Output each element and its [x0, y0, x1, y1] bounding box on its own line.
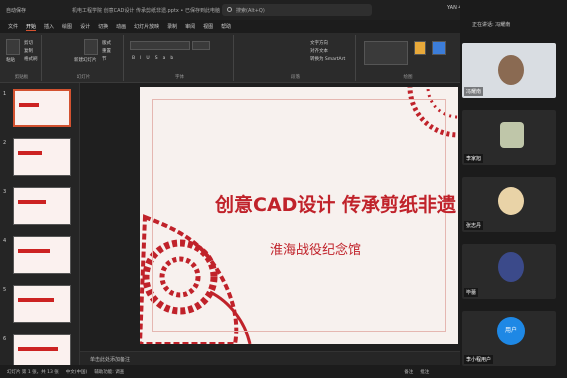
font-name-select[interactable] — [130, 41, 190, 50]
font-format-buttons[interactable]: BIUSab — [132, 56, 178, 61]
thumbnail-content — [18, 249, 50, 253]
thumbnail-number: 6 — [3, 336, 7, 342]
slide-title[interactable]: 创意CAD设计 传承剪纸非遗 — [215, 190, 456, 217]
thumbnail-content — [18, 347, 58, 351]
slide-thumbnail[interactable] — [13, 285, 71, 323]
shapes-gallery[interactable] — [364, 41, 408, 65]
meeting-panel: 正在讲话: 冯耀南 冯耀南 李家旭 张志丹 毕蕾 用户 李小程用户 — [460, 0, 567, 378]
accessibility-status[interactable]: 辅助功能: 调查 — [94, 369, 124, 375]
tab-7[interactable]: 动画 — [116, 23, 126, 30]
font-group: BIUSab 字体 — [126, 35, 234, 81]
tab-1[interactable]: 文件 — [8, 23, 18, 30]
arrange-icon[interactable] — [414, 41, 426, 55]
participant-name: 李家旭 — [464, 154, 484, 163]
slide-thumbnail[interactable] — [13, 236, 71, 274]
thumbnail-number: 2 — [3, 140, 7, 146]
search-placeholder: 搜索(Alt+Q) — [236, 8, 265, 14]
participant-avatar — [498, 187, 524, 215]
tab-10[interactable]: 审阅 — [185, 23, 195, 30]
participant-video — [498, 55, 524, 85]
thumbnail-content — [19, 103, 39, 107]
tab-3[interactable]: 插入 — [44, 23, 54, 30]
participant-avatar — [498, 252, 524, 282]
notes-pane[interactable]: 单击此处添加备注 — [80, 351, 460, 365]
speaking-indicator: 正在讲话: 冯耀南 — [472, 22, 511, 28]
slide-count: 幻灯片 第 1 张，共 13 张 — [7, 369, 59, 375]
slide-editor: 创意CAD设计 传承剪纸非遗 淮海战役纪念馆 — [80, 83, 460, 365]
slides-caption: 幻灯片 — [76, 75, 91, 80]
smartart-button[interactable]: 转换为 SmartArt — [310, 56, 345, 62]
thumbnail-number: 5 — [3, 287, 7, 293]
tab-12[interactable]: 帮助 — [221, 23, 231, 30]
current-slide[interactable]: 创意CAD设计 传承剪纸非遗 淮海战役纪念馆 — [140, 87, 458, 344]
participant-tile-5[interactable]: 用户 李小程用户 — [462, 311, 556, 366]
slide-thumbnail[interactable] — [13, 187, 71, 225]
reset-button[interactable]: 重置 — [102, 48, 111, 54]
font-size-select[interactable] — [192, 41, 210, 50]
thumbnail-number: 1 — [3, 91, 7, 97]
drawing-group: 绘图 — [358, 35, 458, 81]
participant-name: 张志丹 — [464, 221, 484, 230]
align-text-button[interactable]: 对齐文本 — [310, 48, 328, 54]
drawing-caption: 绘图 — [403, 75, 413, 80]
copy-button[interactable]: 复制 — [24, 48, 33, 54]
thumbnail-number: 4 — [3, 238, 7, 244]
participant-name: 毕蕾 — [464, 288, 479, 297]
new-slide-icon[interactable] — [84, 39, 98, 55]
comments-toggle[interactable]: 批注 — [420, 369, 429, 375]
participant-tile-1[interactable]: 冯耀南 — [462, 43, 556, 98]
participant-name: 李小程用户 — [464, 355, 494, 364]
format-painter-button[interactable]: 格式刷 — [24, 56, 38, 62]
slide-thumbnail[interactable] — [13, 138, 71, 176]
ribbon-tabs: 文件 开始 插入 绘图 设计 切换 动画 幻灯片放映 录制 审阅 视图 帮助 — [0, 20, 460, 33]
powerpoint-window: 自动保存 机电工程学院 创意CAD设计 传承剪纸非遗.pptx • 已保存到此电… — [0, 0, 567, 378]
paragraph-group: 文字方向 对齐文本 转换为 SmartArt 段落 — [236, 35, 356, 81]
paste-button[interactable]: 粘贴 — [6, 57, 15, 63]
new-slide-button[interactable]: 新建幻灯片 — [74, 57, 97, 63]
slide-subtitle[interactable]: 淮海战役纪念馆 — [270, 239, 361, 258]
autosave-label[interactable]: 自动保存 — [6, 7, 26, 14]
thumbnail-content — [18, 151, 42, 155]
layout-button[interactable]: 版式 — [102, 40, 111, 46]
font-caption: 字体 — [175, 75, 184, 80]
participant-tile-2[interactable]: 李家旭 — [462, 110, 556, 165]
tab-5[interactable]: 设计 — [80, 23, 90, 30]
tab-2[interactable]: 开始 — [26, 23, 37, 31]
paragraph-caption: 段落 — [291, 75, 300, 80]
tab-8[interactable]: 幻灯片放映 — [134, 23, 159, 30]
tab-4[interactable]: 绘图 — [62, 23, 72, 30]
quick-styles-icon[interactable] — [432, 41, 446, 55]
cut-button[interactable]: 剪切 — [24, 40, 33, 46]
participant-name: 冯耀南 — [464, 87, 484, 96]
section-button[interactable]: 节 — [102, 56, 107, 62]
language-indicator[interactable]: 中文(中国) — [66, 369, 88, 375]
thumbnail-content — [18, 200, 46, 204]
slides-group: 新建幻灯片 版式 重置 节 幻灯片 — [44, 35, 124, 81]
tab-6[interactable]: 切换 — [98, 23, 108, 30]
search-icon — [227, 7, 232, 12]
slide-thumbnails-pane: 1 2 3 4 5 6 — [0, 83, 80, 372]
text-direction-button[interactable]: 文字方向 — [310, 40, 328, 46]
tab-9[interactable]: 录制 — [167, 23, 177, 30]
participant-tile-3[interactable]: 张志丹 — [462, 177, 556, 232]
slide-thumbnail[interactable] — [13, 89, 71, 127]
participant-avatar — [500, 122, 524, 148]
file-name: 机电工程学院 创意CAD设计 传承剪纸非遗.pptx • 已保存到此电脑 — [72, 7, 220, 14]
clipboard-group: 粘贴 剪切 复制 格式刷 剪贴板 — [2, 35, 42, 81]
paste-icon[interactable] — [6, 39, 20, 55]
notes-toggle[interactable]: 备注 — [404, 369, 413, 375]
participant-tile-4[interactable]: 毕蕾 — [462, 244, 556, 299]
tab-11[interactable]: 视图 — [203, 23, 213, 30]
participant-avatar: 用户 — [497, 317, 525, 345]
search-box[interactable]: 搜索(Alt+Q) — [222, 4, 372, 16]
ribbon: 粘贴 剪切 复制 格式刷 剪贴板 新建幻灯片 版式 重置 节 幻灯片 BIUSa… — [0, 33, 460, 83]
clipboard-caption: 剪贴板 — [14, 75, 29, 80]
thumbnail-number: 3 — [3, 189, 7, 195]
thumbnail-content — [18, 298, 54, 302]
